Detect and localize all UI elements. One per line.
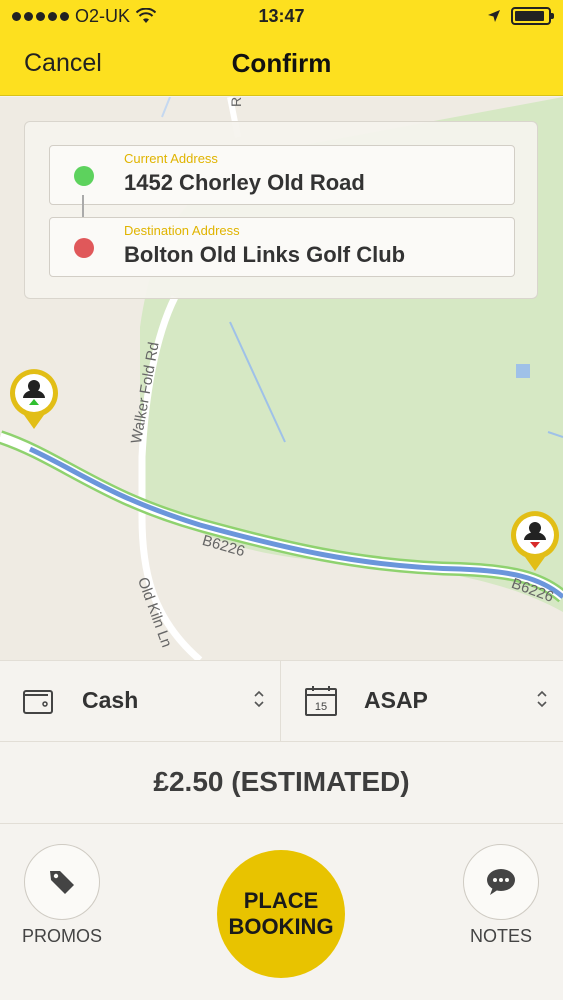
location-arrow-icon	[488, 10, 500, 22]
price-row: £2.50 (ESTIMATED)	[0, 742, 563, 824]
promos-label: PROMOS	[21, 926, 102, 946]
place-booking-label: PLACE BOOKING	[228, 887, 334, 939]
chevron-updown-icon	[254, 690, 264, 708]
road-label-top: Rd	[228, 97, 244, 107]
estimated-price: £2.50 (ESTIMATED)	[153, 766, 410, 797]
origin-pin-icon	[10, 369, 59, 429]
water-square	[516, 364, 530, 378]
current-address-field[interactable]: Current Address 1452 Chorley Old Road	[49, 145, 515, 205]
chevron-updown-icon	[537, 690, 547, 708]
payment-label: Cash	[82, 687, 139, 713]
destination-pin-icon	[511, 511, 559, 571]
destination-pin[interactable]	[507, 507, 563, 573]
origin-pin[interactable]	[6, 365, 62, 431]
battery-icon	[511, 7, 554, 25]
options-row: Cash 15 ASAP	[0, 660, 563, 743]
calendar-day: 15	[315, 701, 327, 713]
destination-dot-icon	[74, 238, 94, 258]
wifi-icon	[136, 8, 157, 23]
promos-button[interactable]	[24, 844, 100, 920]
carrier-name: O2-UK	[75, 5, 131, 26]
signal-strength-icon	[12, 11, 69, 21]
destination-address-field[interactable]: Destination Address Bolton Old Links Gol…	[49, 217, 515, 277]
notes-label: NOTES	[469, 926, 532, 946]
status-left: O2-UK	[12, 6, 487, 27]
payment-selector[interactable]: Cash	[0, 661, 281, 743]
address-card: Current Address 1452 Chorley Old Road De…	[24, 121, 538, 299]
status-bar: O2-UK 13:47	[0, 0, 563, 32]
origin-dot-icon	[74, 166, 94, 186]
current-address-label: Current Address	[124, 151, 218, 166]
map-view[interactable]: Rd Walker Fold Rd B6226 B6226 Old Kiln L…	[0, 97, 563, 660]
calendar-icon: 15	[305, 686, 337, 716]
time-selector[interactable]: 15 ASAP	[282, 661, 563, 743]
battery-fill	[515, 11, 544, 21]
tag-icon	[50, 871, 74, 894]
chat-bubble-icon	[487, 869, 515, 895]
destination-address-label: Destination Address	[124, 223, 240, 238]
time-label: ASAP	[364, 687, 428, 713]
notes-button[interactable]	[463, 844, 539, 920]
action-bar: PROMOS PLACE BOOKING NOTES	[0, 824, 563, 1000]
destination-address-value: Bolton Old Links Golf Club	[124, 242, 406, 267]
current-address-value: 1452 Chorley Old Road	[124, 170, 365, 195]
status-right	[487, 7, 554, 25]
wallet-icon	[23, 690, 53, 714]
cancel-button[interactable]: Cancel	[24, 49, 102, 78]
place-booking-button[interactable]: PLACE BOOKING	[217, 850, 345, 978]
nav-bar: Cancel Confirm	[0, 32, 563, 96]
